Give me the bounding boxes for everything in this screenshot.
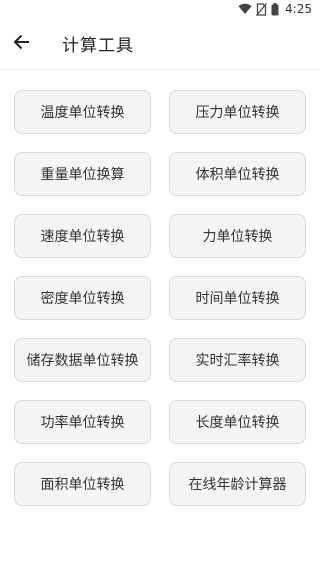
force-unit-convert-button[interactable]: 力单位转换 (169, 214, 306, 258)
weight-unit-convert-button[interactable]: 重量单位换算 (14, 152, 151, 196)
density-unit-convert-button[interactable]: 密度单位转换 (14, 276, 151, 320)
storage-unit-convert-button[interactable]: 储存数据单位转换 (14, 338, 151, 382)
arrow-left-icon (13, 33, 31, 55)
no-sim-icon (256, 2, 268, 16)
volume-unit-convert-button[interactable]: 体积单位转换 (169, 152, 306, 196)
area-unit-convert-button[interactable]: 面积单位转换 (14, 462, 151, 506)
age-calculator-button[interactable]: 在线年龄计算器 (169, 462, 306, 506)
status-bar: 4:25 (0, 0, 320, 18)
back-button[interactable] (2, 24, 42, 64)
battery-icon (271, 2, 279, 16)
app-bar: 计算工具 (0, 18, 320, 70)
status-time: 4:25 (285, 2, 312, 16)
tool-grid: 温度单位转换 压力单位转换 重量单位换算 体积单位转换 速度单位转换 力单位转换… (14, 90, 306, 506)
temperature-unit-convert-button[interactable]: 温度单位转换 (14, 90, 151, 134)
status-icons: 4:25 (238, 2, 312, 16)
wifi-icon (238, 3, 252, 15)
power-unit-convert-button[interactable]: 功率单位转换 (14, 400, 151, 444)
exchange-rate-convert-button[interactable]: 实时汇率转换 (169, 338, 306, 382)
page-title: 计算工具 (62, 36, 134, 56)
pressure-unit-convert-button[interactable]: 压力单位转换 (169, 90, 306, 134)
time-unit-convert-button[interactable]: 时间单位转换 (169, 276, 306, 320)
speed-unit-convert-button[interactable]: 速度单位转换 (14, 214, 151, 258)
length-unit-convert-button[interactable]: 长度单位转换 (169, 400, 306, 444)
